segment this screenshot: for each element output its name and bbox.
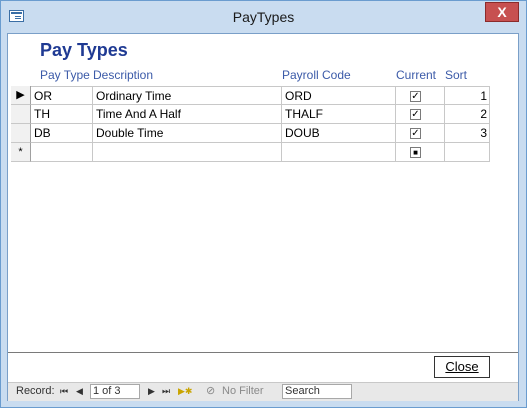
payroll-code-cell[interactable]: THALF	[282, 105, 396, 124]
pay-type-cell[interactable]: TH	[31, 105, 93, 124]
description-cell[interactable]: Ordinary Time	[93, 86, 282, 105]
next-record-icon[interactable]: ▶	[148, 383, 155, 401]
new-record-row: * ■	[11, 143, 516, 162]
form-heading: Pay Types	[40, 40, 128, 60]
new-record-selector[interactable]: *	[11, 143, 31, 162]
record-selector[interactable]	[11, 105, 31, 124]
payroll-code-cell[interactable]: DOUB	[282, 124, 396, 143]
payroll-code-cell[interactable]: ORD	[282, 86, 396, 105]
current-cell: ✓	[396, 124, 445, 143]
paytypes-window: PayTypes X Pay Types Pay Type Descriptio…	[0, 0, 527, 408]
payroll-code-header: Payroll Code	[282, 68, 351, 82]
current-checkbox[interactable]: ■	[410, 147, 421, 158]
pay-type-header: Pay Type	[40, 68, 90, 82]
record-selector[interactable]	[11, 124, 31, 143]
previous-record-icon[interactable]: ◀	[76, 383, 83, 401]
window-close-button[interactable]: X	[485, 2, 519, 22]
last-record-icon[interactable]: ⏭	[162, 383, 170, 401]
payroll-code-cell[interactable]	[282, 143, 396, 162]
window-title: PayTypes	[232, 9, 295, 25]
title-bar: PayTypes X	[1, 1, 526, 33]
search-box[interactable]: Search	[282, 384, 352, 399]
current-checkbox[interactable]: ✓	[410, 109, 421, 120]
record-position-input[interactable]: 1 of 3	[90, 384, 140, 399]
record-label: Record:	[16, 385, 55, 397]
table-row: DB Double Time DOUB ✓ 3	[11, 124, 516, 143]
record-navigation-bar: Record: ⏮ ◀ 1 of 3 ▶ ⏭ ▶✱ ⊘ No Filter Se…	[8, 382, 518, 401]
description-header: Description	[93, 68, 154, 82]
pay-type-cell[interactable]: OR	[31, 86, 93, 105]
pay-type-cell[interactable]: DB	[31, 124, 93, 143]
footer-divider	[8, 352, 518, 353]
sort-header: Sort	[445, 68, 468, 82]
current-cell: ■	[396, 143, 445, 162]
current-header: Current	[396, 68, 437, 82]
table-row: TH Time And A Half THALF ✓ 2	[11, 105, 516, 124]
form-body: Pay Types Pay Type Description Payroll C…	[7, 33, 519, 401]
current-cell: ✓	[396, 86, 445, 105]
current-checkbox[interactable]: ✓	[410, 128, 421, 139]
sort-cell[interactable]: 2	[445, 105, 490, 124]
no-filter-label[interactable]: No Filter	[222, 383, 264, 401]
filter-icon[interactable]: ⊘	[206, 383, 215, 401]
description-cell[interactable]	[93, 143, 282, 162]
pay-type-cell[interactable]	[31, 143, 93, 162]
description-cell[interactable]: Double Time	[93, 124, 282, 143]
close-button[interactable]: Close	[434, 356, 490, 378]
sort-cell[interactable]	[445, 143, 490, 162]
new-record-icon[interactable]: ▶✱	[178, 383, 192, 401]
table-row: ▶ OR Ordinary Time ORD ✓ 1	[11, 86, 516, 105]
record-selector[interactable]: ▶	[11, 86, 31, 105]
first-record-icon[interactable]: ⏮	[60, 383, 68, 401]
description-cell[interactable]: Time And A Half	[93, 105, 282, 124]
sort-cell[interactable]: 3	[445, 124, 490, 143]
sort-cell[interactable]: 1	[445, 86, 490, 105]
current-checkbox[interactable]: ✓	[410, 91, 421, 102]
current-cell: ✓	[396, 105, 445, 124]
